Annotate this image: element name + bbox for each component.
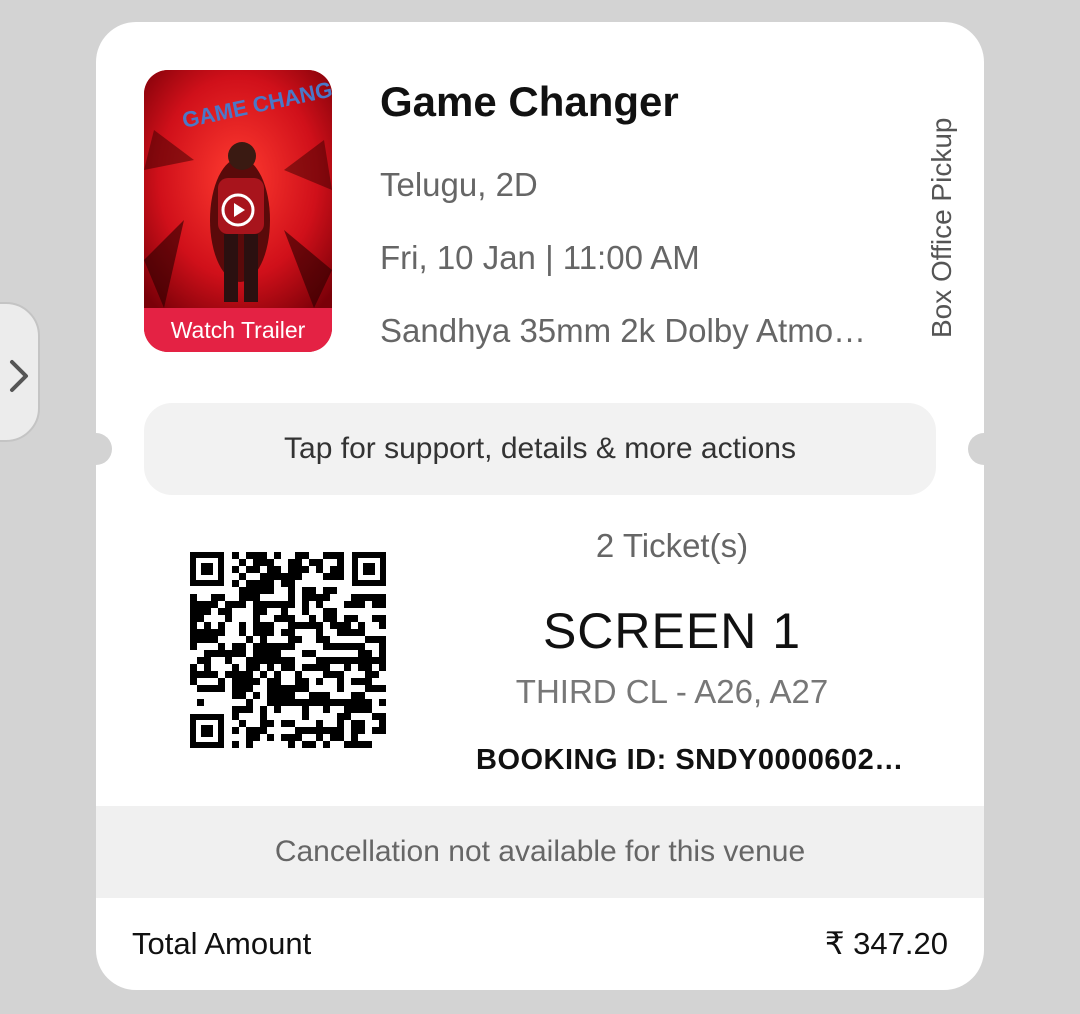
showtime: Fri, 10 Jan | 11:00 AM [380,239,700,276]
booking-id: BOOKING ID: SNDY0000602… [476,744,904,776]
seat-numbers: THIRD CL - A26, A27 [515,673,829,710]
side-panel-toggle[interactable] [0,302,40,442]
movie-language-format: Telugu, 2D [380,166,538,203]
play-icon [221,193,255,227]
cancellation-notice: Cancellation not available for this venu… [96,806,984,898]
ticket-count: 2 Ticket(s) [595,527,749,564]
watch-trailer-button[interactable]: Watch Trailer [144,308,332,352]
ticket-notch-left [96,433,112,465]
movie-title: Game Changer [380,78,679,125]
ticket-notch-right [968,433,984,465]
support-actions-button[interactable]: Tap for support, details & more actions [144,403,936,495]
screen-name: SCREEN 1 [542,603,802,659]
movie-poster[interactable]: GAME CHANGER Watch Trailer [144,70,332,352]
chevron-right-icon [10,360,28,392]
ticket-card: GAME CHANGER Watch Trailer Game Changer … [96,22,984,990]
total-amount-value: ₹ 347.20 [824,926,948,961]
poster-artwork: GAME CHANGER [144,70,332,308]
pickup-label: Box Office Pickup [926,117,957,338]
total-amount-label: Total Amount [132,926,312,961]
venue-name: Sandhya 35mm 2k Dolby Atmo… [380,312,867,349]
booking-qr-code [190,552,386,748]
